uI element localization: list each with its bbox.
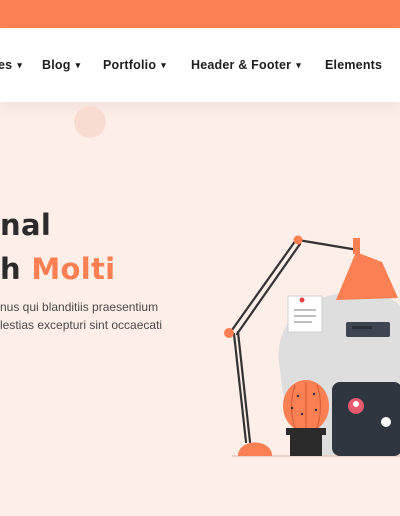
lamp-arm-upper	[230, 238, 298, 332]
desk-lamp-illustration	[220, 230, 400, 462]
lamp-base	[238, 442, 272, 456]
hero-text-line1: nus qui blanditiis praesentium	[0, 300, 159, 314]
keyboard-key	[352, 326, 372, 329]
cactus-pot	[290, 435, 322, 456]
cactus-spike	[312, 392, 316, 396]
nav-item-header-footer[interactable]: Header & Footer ▾	[191, 58, 301, 72]
chevron-down-icon: ▾	[161, 60, 166, 70]
decorative-circle	[74, 106, 106, 138]
laptop-logo	[381, 417, 391, 427]
nav-item-label: es	[0, 58, 13, 72]
nav-item-pages[interactable]: es ▾	[0, 58, 22, 72]
lamp-joint-upper	[293, 235, 303, 245]
note-pin	[299, 297, 305, 303]
nav-item-label: Elements	[325, 58, 383, 72]
hero-title-line2: h Molti	[0, 252, 115, 286]
cactus-spike	[314, 408, 318, 412]
chevron-down-icon: ▾	[75, 60, 81, 70]
nav-item-label: Portfolio	[103, 58, 157, 72]
top-accent-bar	[0, 0, 400, 28]
hero-title-line1: nal	[0, 208, 52, 242]
sticky-note	[287, 295, 323, 333]
laptop-sticker-dot	[353, 401, 359, 407]
hero-text-line2: lestias excepturi sint occaecati	[0, 318, 163, 332]
lamp-shade-neck	[353, 238, 360, 254]
hero-title-prefix: h	[0, 252, 32, 286]
chevron-down-icon: ▾	[296, 60, 301, 70]
nav-item-elements[interactable]: Elements	[325, 58, 382, 72]
wall-keyboard	[346, 322, 390, 337]
main-navigation: es ▾ Blog ▾ Portfolio ▾ Header & Footer ▾ El…	[0, 28, 400, 102]
nav-item-blog[interactable]: Blog ▾	[42, 58, 80, 72]
cactus-spike	[300, 412, 304, 416]
chevron-down-icon: ▾	[17, 60, 23, 70]
nav-item-label: Header & Footer	[191, 58, 292, 72]
nav-item-portfolio[interactable]: Portfolio ▾	[103, 58, 166, 72]
nav-item-label: Blog	[42, 58, 71, 72]
lamp-shade	[336, 252, 398, 300]
cactus-spike	[290, 406, 294, 410]
cactus-pot-rim	[286, 428, 326, 435]
lamp-joint-lower	[224, 328, 234, 338]
cactus-spike	[296, 394, 300, 398]
lamp-arm-top	[296, 238, 360, 252]
illustration-svg	[224, 235, 400, 457]
hero-title-accent: Molti	[31, 252, 116, 286]
